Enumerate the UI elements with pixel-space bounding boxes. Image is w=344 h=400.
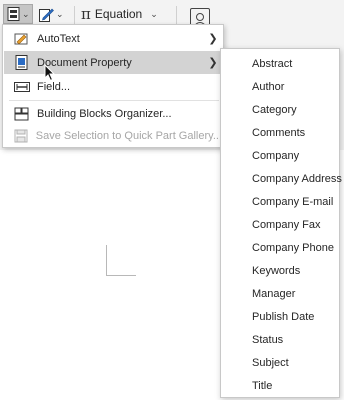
menu-item-field[interactable]: Field... — [4, 75, 222, 98]
signature-line-icon — [39, 7, 54, 22]
submenu-item-company-email[interactable]: Company E-mail — [222, 190, 338, 213]
pi-icon: π — [81, 5, 91, 23]
signature-line-button[interactable]: ⌄ — [35, 4, 65, 24]
quick-parts-menu: AutoText ❯ Document Property ❯ Field... — [2, 24, 224, 148]
menu-item-label: Building Blocks Organizer... — [37, 107, 172, 120]
menu-item-autotext[interactable]: AutoText ❯ — [4, 27, 222, 50]
quick-parts-button[interactable]: ⌄ — [3, 4, 33, 24]
submenu-item-abstract[interactable]: Abstract — [222, 52, 338, 75]
submenu-item-manager[interactable]: Manager — [222, 282, 338, 305]
document-property-icon — [12, 55, 32, 71]
quick-parts-icon — [7, 7, 20, 21]
submenu-item-company-fax[interactable]: Company Fax — [222, 213, 338, 236]
menu-item-label: AutoText — [37, 32, 80, 45]
submenu-item-category[interactable]: Category — [222, 98, 338, 121]
submenu-item-keywords[interactable]: Keywords — [222, 259, 338, 282]
page-corner-mark — [106, 245, 107, 275]
equation-label: Equation — [94, 7, 143, 21]
menu-item-building-blocks-organizer[interactable]: Building Blocks Organizer... — [4, 102, 222, 125]
submenu-item-subject[interactable]: Subject — [222, 351, 338, 374]
submenu-item-title[interactable]: Title — [222, 374, 338, 397]
submenu-item-company-address[interactable]: Company Address — [222, 167, 342, 190]
menu-item-save-selection[interactable]: Save Selection to Quick Part Gallery... — [4, 124, 222, 147]
mouse-pointer-icon — [44, 64, 56, 82]
menu-item-label: Document Property — [37, 56, 132, 69]
autotext-icon — [12, 31, 32, 47]
field-icon — [12, 79, 32, 95]
menu-item-document-property[interactable]: Document Property ❯ — [4, 51, 222, 74]
submenu-item-status[interactable]: Status — [222, 328, 338, 351]
chevron-right-icon: ❯ — [208, 33, 218, 45]
menu-item-label: Save Selection to Quick Part Gallery... — [35, 129, 222, 142]
submenu-item-company-phone[interactable]: Company Phone — [222, 236, 338, 259]
document-property-submenu: Abstract Author Category Comments Compan… — [220, 48, 342, 398]
chevron-down-icon: ⌄ — [22, 8, 30, 19]
submenu-item-comments[interactable]: Comments — [222, 121, 338, 144]
save-icon — [12, 128, 31, 144]
chevron-down-icon: ⌄ — [150, 8, 158, 19]
submenu-item-publish-date[interactable]: Publish Date — [222, 305, 338, 328]
page-corner-mark — [106, 275, 136, 276]
chevron-down-icon: ⌄ — [56, 8, 64, 19]
menu-item-label: Field... — [37, 80, 71, 93]
equation-button[interactable]: π Equation ⌄ — [80, 4, 160, 24]
menu-separator — [9, 100, 219, 101]
submenu-item-author[interactable]: Author — [222, 75, 338, 98]
building-blocks-icon — [12, 106, 32, 122]
submenu-item-company[interactable]: Company — [222, 144, 338, 167]
